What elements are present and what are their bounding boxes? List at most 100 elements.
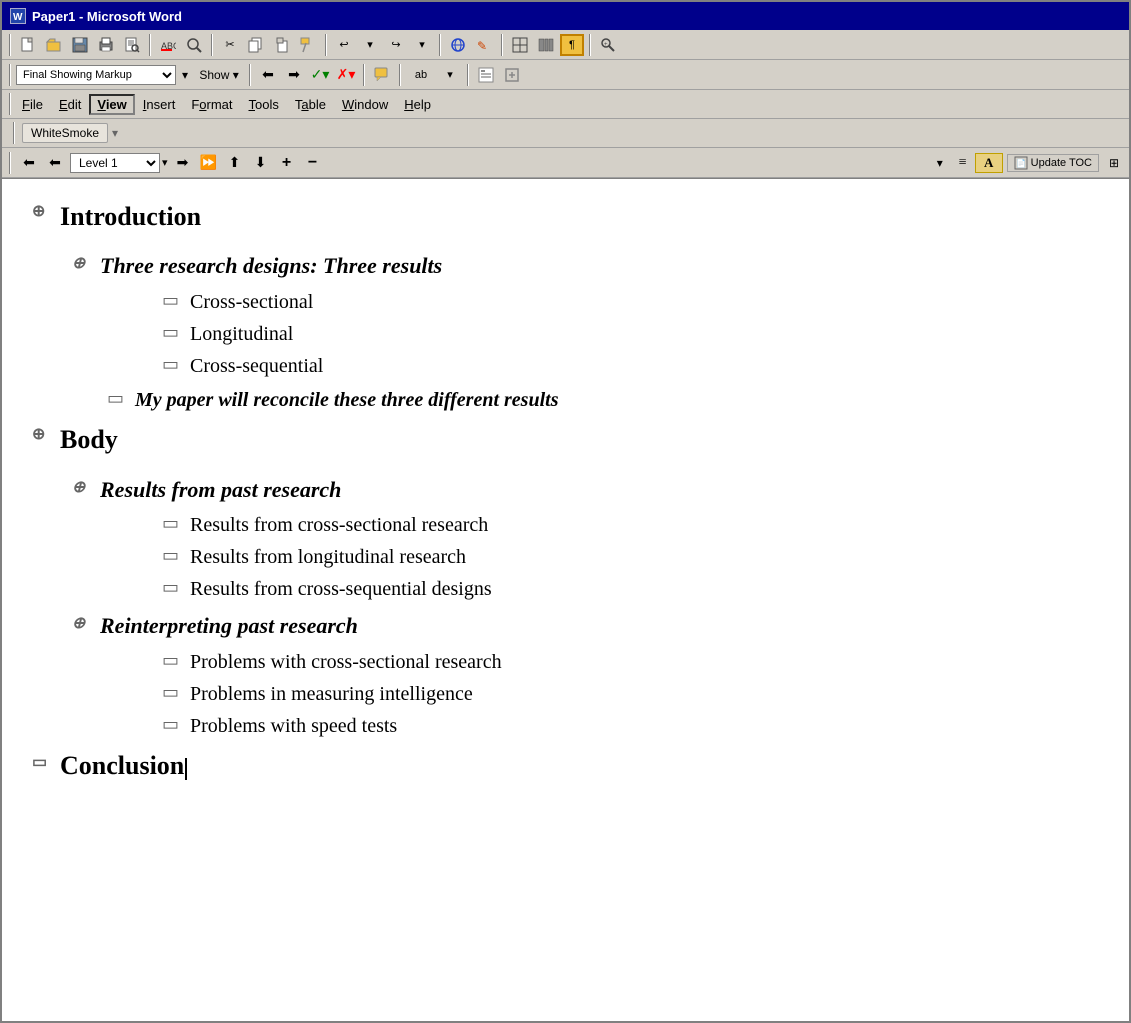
research-designs-text: Three research designs: Three results <box>100 251 442 282</box>
whitesmoke-dropdown-arrow[interactable]: ▾ <box>112 126 118 141</box>
results-text: Results from past research <box>100 475 341 506</box>
bullet-pspeed: ▭ <box>162 712 180 737</box>
menu-file[interactable]: File <box>14 94 51 115</box>
format-painter-btn[interactable] <box>296 34 320 56</box>
copy-btn[interactable] <box>244 34 268 56</box>
undo-dropdown-btn[interactable]: ▾ <box>358 34 382 56</box>
research-btn[interactable] <box>182 34 206 56</box>
sep3 <box>211 34 213 56</box>
outline-collapse-btn[interactable]: − <box>302 153 324 173</box>
outline-handle-results[interactable]: ⊕ <box>72 477 92 499</box>
outline-down-btn[interactable]: ⬇ <box>250 153 272 173</box>
print-btn[interactable] <box>94 34 118 56</box>
update-toc-button[interactable]: 📄 Update TOC <box>1007 154 1099 172</box>
text-cursor <box>185 758 187 780</box>
outline-right2-btn[interactable]: ⏩ <box>198 153 220 173</box>
outline-handle-research[interactable]: ⊕ <box>72 253 92 275</box>
item-problems-speed: ▭ Problems with speed tests <box>162 712 1099 740</box>
paste-btn[interactable] <box>270 34 294 56</box>
sep-menu <box>9 93 11 115</box>
outline-toolbar: ⬅ ⬅ Level 1 ▾ ➡ ⏩ ⬆ ⬇ + − ▾ ≡ A 📄 Update… <box>2 148 1129 178</box>
sep-tc1 <box>9 64 11 86</box>
open-btn[interactable] <box>42 34 66 56</box>
outline-handle-intro[interactable]: ⊕ <box>32 201 52 223</box>
accept-btn[interactable]: ✓▾ <box>308 64 332 86</box>
new-comment-btn[interactable] <box>370 64 394 86</box>
outline-prev-btn[interactable]: ⬅ <box>18 153 40 173</box>
item-cross-sequential: ▭ Cross-sequential <box>162 352 1099 380</box>
menu-table[interactable]: Table <box>287 94 334 115</box>
next-change-btn[interactable]: ➡ <box>282 64 306 86</box>
web-btn[interactable] <box>446 34 470 56</box>
outline-handle-body[interactable]: ⊕ <box>32 424 52 446</box>
whitesmoke-bar: WhiteSmoke ▾ <box>2 119 1129 148</box>
redo-dropdown-btn[interactable]: ▾ <box>410 34 434 56</box>
bullet-long: ▭ <box>162 320 180 345</box>
undo-btn[interactable]: ↩ <box>332 34 356 56</box>
preview-btn[interactable] <box>120 34 144 56</box>
menu-tools[interactable]: Tools <box>241 94 287 115</box>
zoom-btn[interactable]: + <box>596 34 620 56</box>
track-btn2[interactable]: ▾ <box>438 64 462 86</box>
outline-expand-btn[interactable]: + <box>276 153 298 173</box>
menu-view[interactable]: View <box>89 94 134 115</box>
intro-text: Introduction <box>60 199 201 235</box>
bullet-cross-seq: ▭ <box>162 352 180 377</box>
toolbar-area: ABC ✂ ↩ ▾ ↪ ▾ <box>2 30 1129 179</box>
outline-up-btn[interactable]: ⬆ <box>224 153 246 173</box>
app-icon: W <box>10 8 26 24</box>
doc-map-btn[interactable] <box>474 64 498 86</box>
sep4 <box>325 34 327 56</box>
cut-btn[interactable]: ✂ <box>218 34 242 56</box>
outline-handle-reinterp[interactable]: ⊕ <box>72 613 92 635</box>
window-title: Paper1 - Microsoft Word <box>32 9 182 24</box>
heading-body: ⊕ Body <box>32 422 1099 466</box>
table-btn[interactable] <box>508 34 532 56</box>
problems-cross-text: Problems with cross-sectional research <box>190 648 502 676</box>
heading-results: ⊕ Results from past research <box>72 475 1099 506</box>
results-crossseq-text: Results from cross-sequential designs <box>190 575 492 603</box>
sep6 <box>501 34 503 56</box>
menu-bar: File Edit View Insert Format Tools Table… <box>2 90 1129 119</box>
outline-next-btn[interactable]: ⬅ <box>44 153 66 173</box>
heading-introduction: ⊕ Introduction <box>32 199 1099 243</box>
toc-options-btn[interactable]: ⊞ <box>1103 153 1125 173</box>
show-hide-btn[interactable]: ¶ <box>560 34 584 56</box>
expand-btn[interactable] <box>500 64 524 86</box>
columns-btn[interactable] <box>534 34 558 56</box>
prev-change-btn[interactable]: ⬅ <box>256 64 280 86</box>
update-toc-label: Update TOC <box>1031 157 1092 169</box>
sep-tc2 <box>249 64 251 86</box>
outline-right-btn[interactable]: ➡ <box>172 153 194 173</box>
level-dropdown[interactable]: Level 1 <box>70 153 160 173</box>
main-toolbar: ABC ✂ ↩ ▾ ↪ ▾ <box>2 30 1129 60</box>
item-problems-measuring: ▭ Problems in measuring intelligence <box>162 680 1099 708</box>
item-results-cross: ▭ Results from cross-sectional research <box>162 511 1099 539</box>
outline-font-btn[interactable]: A <box>975 153 1003 173</box>
outline-lvl-dropdown2[interactable]: ▾ <box>929 153 951 173</box>
results-long-text: Results from longitudinal research <box>190 543 466 571</box>
item-cross-sectional: ▭ Cross-sectional <box>162 288 1099 316</box>
bullet-rcrossseq: ▭ <box>162 575 180 600</box>
redo-btn[interactable]: ↪ <box>384 34 408 56</box>
item-results-cross-seq: ▭ Results from cross-sequential designs <box>162 575 1099 603</box>
menu-format[interactable]: Format <box>183 94 240 115</box>
spellcheck-btn[interactable]: ABC <box>156 34 180 56</box>
menu-help[interactable]: Help <box>396 94 439 115</box>
dropdown-arrow: ▾ <box>162 156 168 169</box>
markup-btn[interactable]: ✎ <box>472 34 496 56</box>
markup-dropdown[interactable]: Final Showing Markup <box>16 65 176 85</box>
new-btn[interactable] <box>16 34 40 56</box>
longitudinal-text: Longitudinal <box>190 320 293 348</box>
reject-btn[interactable]: ✗▾ <box>334 64 358 86</box>
track-btn[interactable]: ab <box>406 64 436 86</box>
whitesmoke-button[interactable]: WhiteSmoke <box>22 123 108 143</box>
show-btn[interactable]: Show ▾ <box>194 64 244 86</box>
menu-window[interactable]: Window <box>334 94 396 115</box>
save-btn[interactable] <box>68 34 92 56</box>
sep-arrow: ▾ <box>178 68 192 82</box>
menu-insert[interactable]: Insert <box>135 94 184 115</box>
bullet-pcross: ▭ <box>162 648 180 673</box>
menu-edit[interactable]: Edit <box>51 94 89 115</box>
sep2 <box>149 34 151 56</box>
